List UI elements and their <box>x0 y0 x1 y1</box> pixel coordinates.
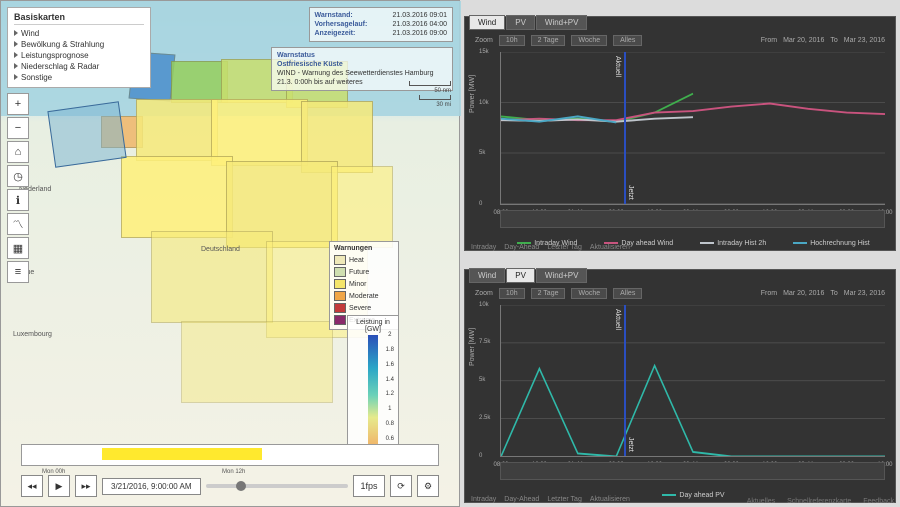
layer-item[interactable]: Wind <box>14 28 144 39</box>
y-axis-label: Power [MW] <box>469 75 476 113</box>
layer-header: Basiskarten <box>14 12 144 25</box>
info-button[interactable]: ℹ <box>7 189 29 211</box>
chart-button[interactable]: 〽 <box>7 213 29 235</box>
chart-sublinks: Intraday Day-Ahead Letzter Tag Aktualisiere… <box>471 496 638 503</box>
sublink[interactable]: Aktualisieren <box>590 496 630 503</box>
plot-area[interactable]: 08:0016:0021. Mar08:0016:0022. Mar08:001… <box>500 52 885 205</box>
grid-button[interactable]: ▦ <box>7 237 29 259</box>
next-button[interactable]: ▸▸ <box>75 475 97 497</box>
footer-link[interactable]: Schnellreferenzkarte <box>787 498 851 505</box>
sublink[interactable]: Letzter Tag <box>547 496 582 503</box>
zoom-range[interactable]: 2 Tage <box>531 288 566 299</box>
speed-slider[interactable] <box>206 484 348 488</box>
table-button[interactable]: ≡ <box>7 261 29 283</box>
player: ◂◂ ▶ ▸▸ 3/21/2016, 9:00:00 AM 1fps ⟳ ⚙ <box>21 474 439 498</box>
play-button[interactable]: ▶ <box>48 475 70 497</box>
footer-links: Aktuelles Schnellreferenzkarte Feedback <box>737 498 894 505</box>
charts-pane: WindPVWind+PVZoom10h2 TageWocheAllesFrom… <box>460 0 900 507</box>
zoom-range[interactable]: Alles <box>613 35 642 46</box>
chart-wind: WindPVWind+PVZoom10h2 TageWocheAllesFrom… <box>464 16 896 251</box>
range-selector[interactable] <box>500 210 885 228</box>
layer-item[interactable]: Leistungsprognose <box>14 50 144 61</box>
chart-tabs: WindPVWind+PV <box>469 268 587 283</box>
fps-label: 1fps <box>353 475 385 497</box>
zoom-range[interactable]: Alles <box>613 288 642 299</box>
sublink[interactable]: Intraday <box>471 244 496 251</box>
layer-item[interactable]: Niederschlag & Radar <box>14 61 144 72</box>
sublink[interactable]: Day-Ahead <box>504 496 539 503</box>
chart-tabs: WindPVWind+PV <box>469 15 587 30</box>
timeline[interactable]: Mon 00h Mon 12h <box>21 444 439 466</box>
footer-link[interactable]: Aktuelles <box>747 498 775 505</box>
zoom-out-button[interactable]: − <box>7 117 29 139</box>
chart-sublinks: Intraday Day-Ahead Letzter Tag Aktualisiere… <box>471 244 638 251</box>
timeline-fill <box>102 448 262 460</box>
map-pane[interactable]: Nederland Belgique Luxembourg Deutschlan… <box>0 0 460 507</box>
zoom-range[interactable]: Woche <box>571 35 607 46</box>
tab[interactable]: PV <box>506 15 535 30</box>
sublink[interactable]: Intraday <box>471 496 496 503</box>
map-toolstrip: + − ⌂ ◷ ℹ 〽 ▦ ≡ <box>7 93 27 283</box>
label-lu: Luxembourg <box>13 331 52 338</box>
y-axis-label: Power [MW] <box>469 328 476 366</box>
tab[interactable]: Wind+PV <box>536 15 588 30</box>
power-legend: Leistung in [GW] 21.81.61.41.210.80.6 <box>347 315 399 451</box>
zoom-range[interactable]: 2 Tage <box>531 35 566 46</box>
settings-button[interactable]: ⚙ <box>417 475 439 497</box>
timestamp: 3/21/2016, 9:00:00 AM <box>102 478 201 495</box>
prev-button[interactable]: ◂◂ <box>21 475 43 497</box>
layer-item[interactable]: Bewölkung & Strahlung <box>14 39 144 50</box>
sublink[interactable]: Letzter Tag <box>547 244 582 251</box>
home-button[interactable]: ⌂ <box>7 141 29 163</box>
clock-button[interactable]: ◷ <box>7 165 29 187</box>
loop-button[interactable]: ⟳ <box>390 475 412 497</box>
range-selector[interactable] <box>500 462 885 480</box>
zoom-range[interactable]: 10h <box>499 288 525 299</box>
chart-pv: WindPVWind+PVZoom10h2 TageWocheAllesFrom… <box>464 269 896 504</box>
sublink[interactable]: Aktualisieren <box>590 244 630 251</box>
scale-bar: 50 nm 30 mi <box>409 81 451 110</box>
layer-item[interactable]: Sonstige <box>14 72 144 83</box>
zoom-range[interactable]: Woche <box>571 288 607 299</box>
plot-area[interactable]: 08:0016:0021. Mar08:0016:0022. Mar08:001… <box>500 305 885 458</box>
tab[interactable]: Wind+PV <box>536 268 588 283</box>
tab[interactable]: PV <box>506 268 535 283</box>
sublink[interactable]: Day-Ahead <box>504 244 539 251</box>
layer-picker[interactable]: Basiskarten Wind Bewölkung & Strahlung L… <box>7 7 151 88</box>
footer-link[interactable]: Feedback <box>863 498 894 505</box>
tab[interactable]: Wind <box>469 268 505 283</box>
tab[interactable]: Wind <box>469 15 505 30</box>
zoom-in-button[interactable]: + <box>7 93 29 115</box>
label-de: Deutschland <box>201 246 240 253</box>
info-box: Warnstand:21.03.2016 09:01 Vorhersagelau… <box>309 7 454 42</box>
zoom-range[interactable]: 10h <box>499 35 525 46</box>
